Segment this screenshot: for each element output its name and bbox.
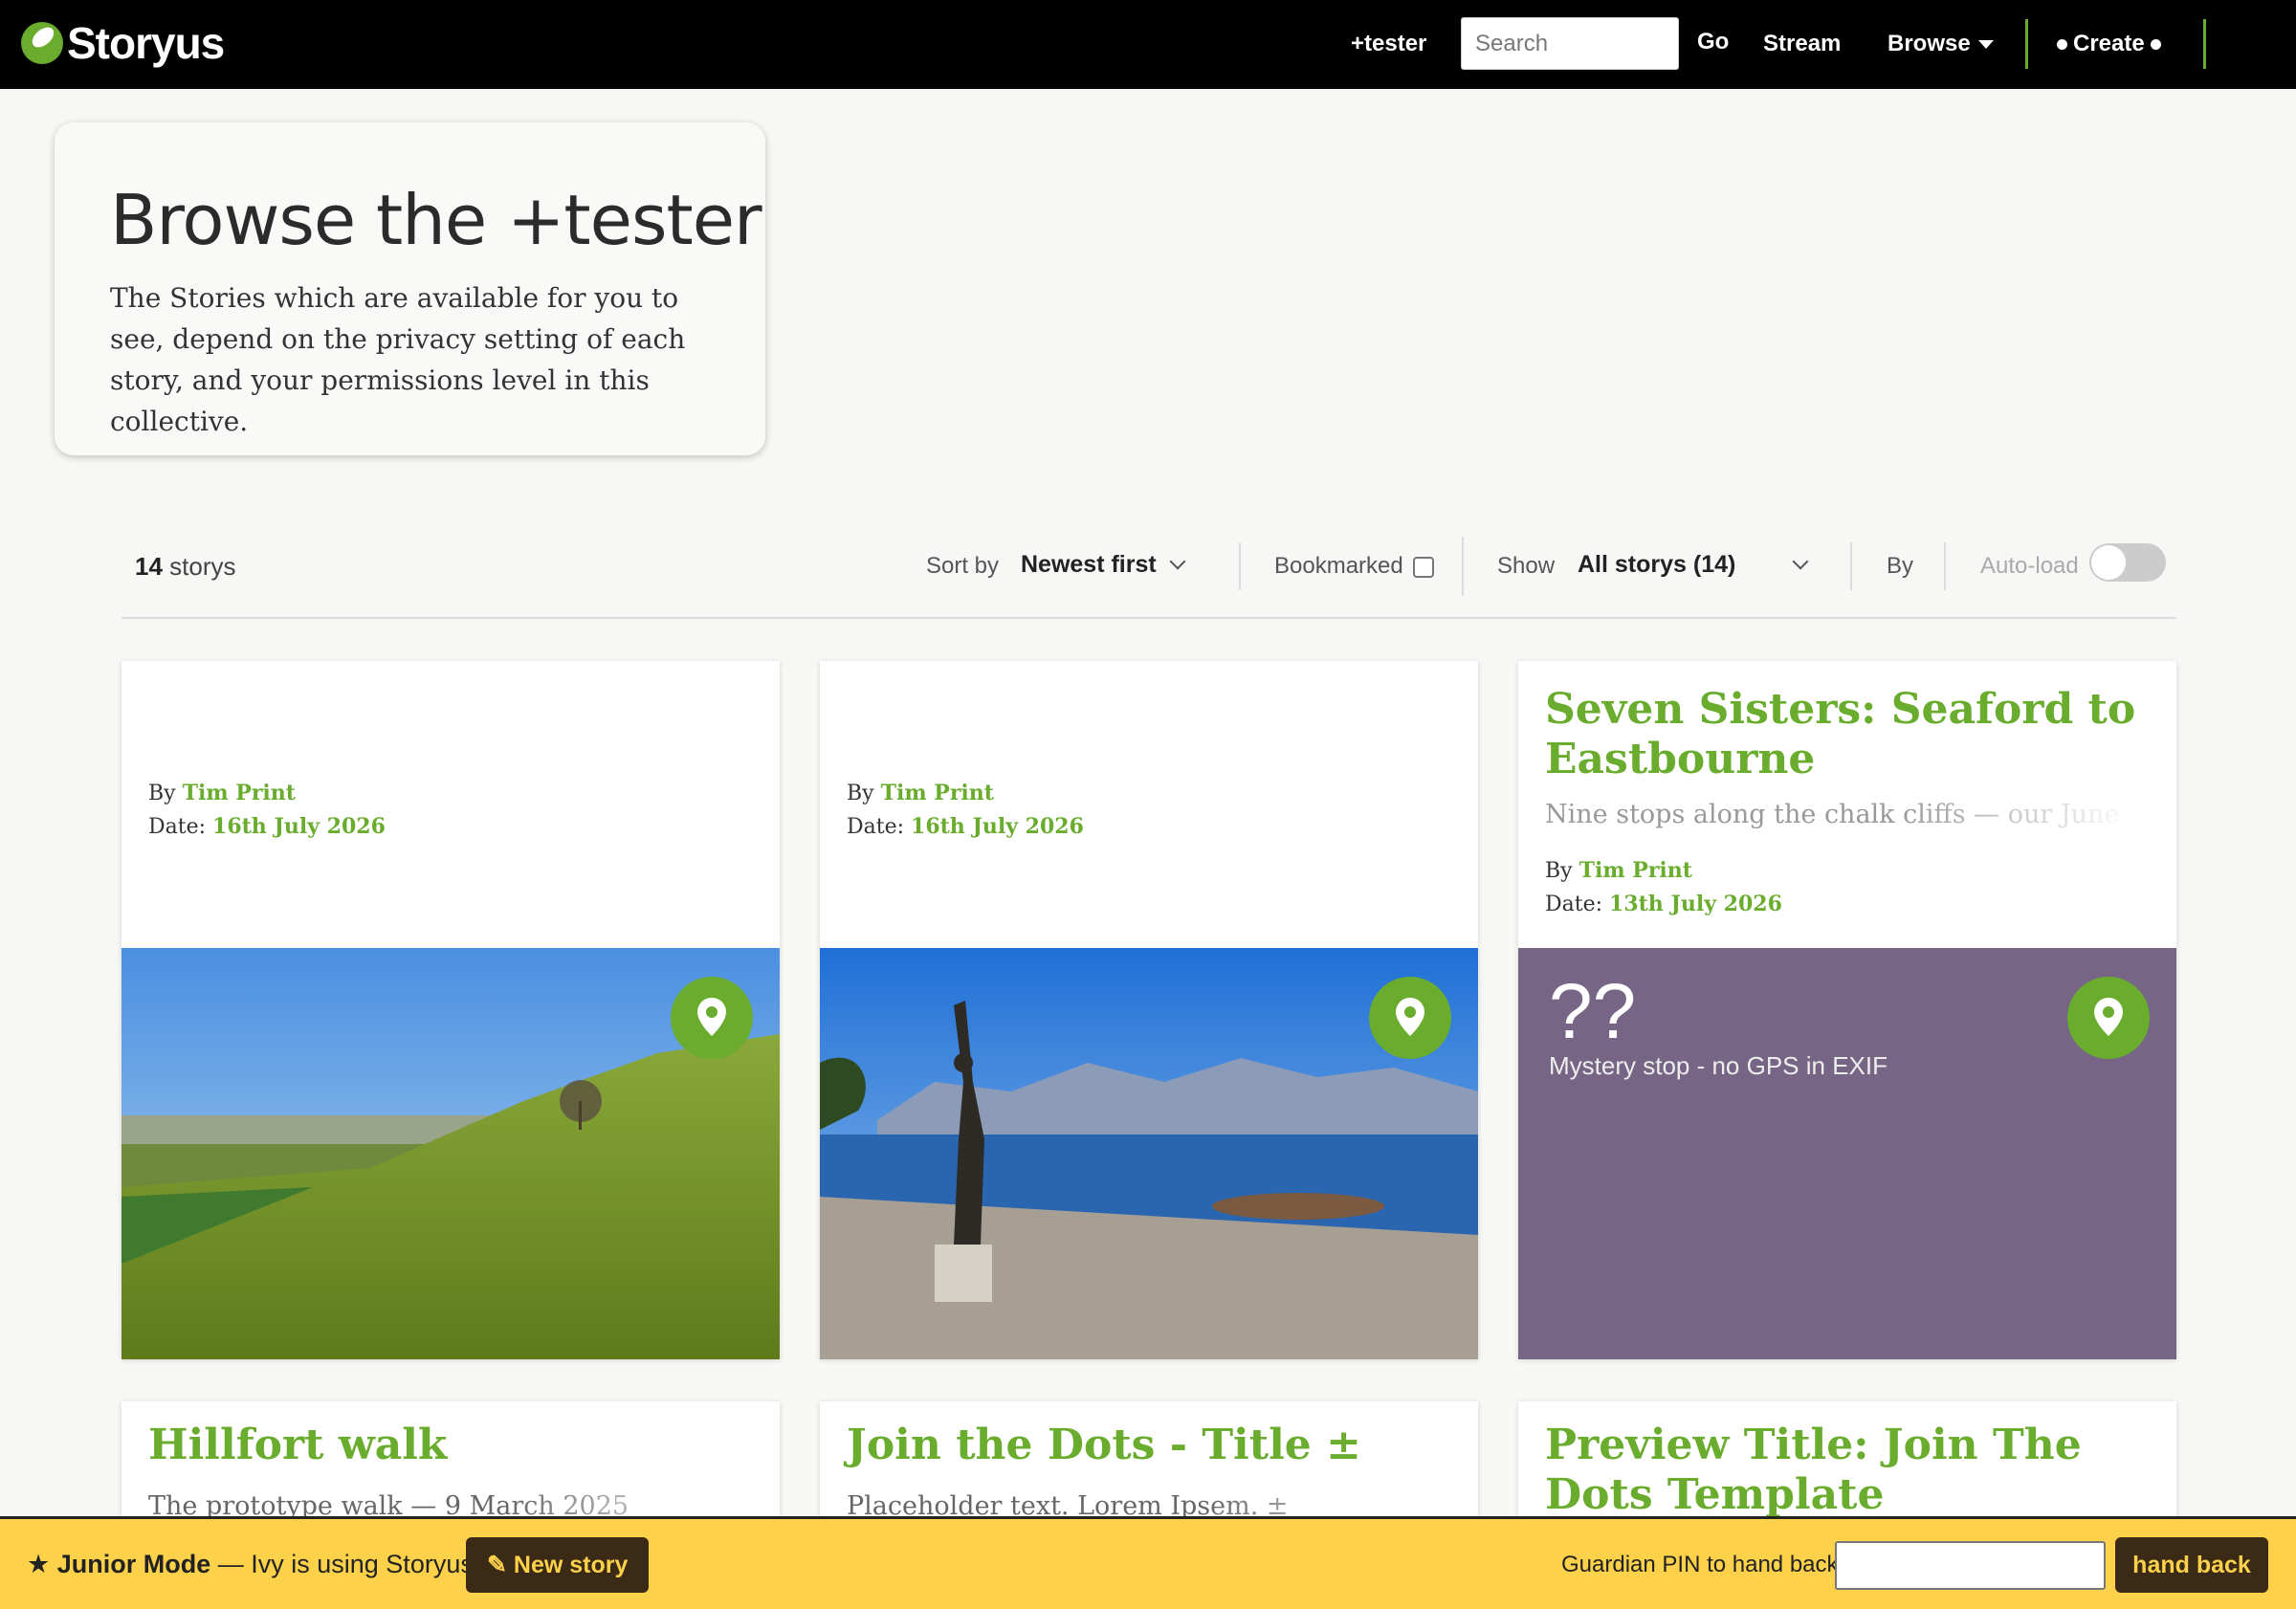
card-title[interactable]: Join the Dots - Title ± bbox=[847, 1421, 1440, 1470]
card-meta: By Tim Print Date: 16th July 2026 bbox=[847, 777, 1084, 844]
dot-icon bbox=[2150, 39, 2161, 51]
date-label: Date: bbox=[1545, 893, 1603, 916]
map-pin-button[interactable] bbox=[2067, 977, 2150, 1059]
page-title: Browse the +tester bbox=[110, 180, 762, 260]
map-pin-icon bbox=[697, 998, 726, 1036]
author-link[interactable]: Tim Print bbox=[1579, 858, 1692, 883]
top-navbar: Storyus +tester Go Stream Browse Create bbox=[0, 0, 2296, 89]
card-excerpt: Nine stops along the chalk cliffs — our … bbox=[1545, 800, 2120, 829]
nav-create-label: Create bbox=[2073, 31, 2145, 56]
nav-create-button[interactable]: Create bbox=[2057, 29, 2167, 59]
card-title[interactable]: Seven Sisters: Seaford to Eastbourne bbox=[1545, 685, 2138, 784]
date-link[interactable]: 13th July 2026 bbox=[1609, 892, 1782, 916]
new-story-button[interactable]: ✎ New story bbox=[466, 1537, 650, 1593]
author-link[interactable]: Tim Print bbox=[881, 781, 994, 805]
by-label: By bbox=[1545, 859, 1573, 883]
autoload-label: Auto-load bbox=[1980, 553, 2079, 579]
toggle-knob bbox=[2091, 545, 2126, 580]
mystery-stop-placeholder[interactable]: ?? Mystery stop - no GPS in EXIF bbox=[1518, 948, 2176, 1359]
junior-mode-bar: ★ Junior Mode — Ivy is using Storyus ✎ N… bbox=[0, 1516, 2296, 1609]
autoload-toggle[interactable] bbox=[2089, 543, 2166, 582]
search-go-button[interactable]: Go bbox=[1697, 27, 1729, 57]
date-link[interactable]: 16th July 2026 bbox=[911, 814, 1084, 839]
card-title[interactable]: Hillfort walk bbox=[148, 1421, 741, 1470]
by-filter[interactable]: By bbox=[1887, 550, 1913, 583]
card-body: Seven Sisters: Seaford to Eastbourne Nin… bbox=[1518, 661, 2176, 948]
map-pin-icon bbox=[2094, 998, 2123, 1036]
filter-divider bbox=[1239, 542, 1241, 590]
card-meta: By Tim Print Date: 16th July 2026 bbox=[148, 777, 386, 844]
map-pin-button[interactable] bbox=[671, 977, 753, 1059]
sort-select[interactable]: Newest first bbox=[1021, 548, 1186, 582]
map-pin-button[interactable] bbox=[1369, 977, 1451, 1059]
story-card[interactable]: By Tim Print Date: 16th July 2026 bbox=[820, 661, 1478, 1359]
intro-description: The Stories which are available for you … bbox=[110, 282, 686, 437]
author-link[interactable]: Tim Print bbox=[183, 781, 296, 805]
bookmarked-checkbox[interactable] bbox=[1412, 556, 1434, 578]
mystery-text: Mystery stop - no GPS in EXIF bbox=[1549, 1051, 1888, 1080]
card-body: By Tim Print Date: 16th July 2026 bbox=[820, 661, 1478, 948]
date-label: Date: bbox=[847, 815, 905, 839]
filter-divider bbox=[1944, 542, 1946, 590]
star-icon: ★ bbox=[27, 1550, 51, 1578]
filter-divider bbox=[1462, 537, 1464, 596]
nav-stream-link[interactable]: Stream bbox=[1763, 29, 1841, 59]
junior-mode-subtitle: — Ivy is using Storyus bbox=[217, 1550, 474, 1578]
by-label: By bbox=[148, 782, 176, 805]
story-image-lakeside[interactable] bbox=[820, 948, 1478, 1359]
chevron-down-icon bbox=[1169, 553, 1186, 570]
bookmarked-label: Bookmarked bbox=[1274, 553, 1403, 579]
story-count-number: 14 bbox=[135, 552, 163, 581]
nav-collective-link[interactable]: +tester bbox=[1351, 29, 1426, 59]
card-meta: By Tim Print Date: 13th July 2026 bbox=[1545, 854, 1782, 921]
nav-browse-menu[interactable]: Browse bbox=[1888, 29, 1994, 59]
nav-divider bbox=[2025, 19, 2028, 69]
story-image-hillside[interactable] bbox=[121, 948, 780, 1359]
show-value: All storys (14) bbox=[1578, 551, 1736, 578]
chevron-down-icon bbox=[1792, 553, 1809, 570]
filter-divider bbox=[1850, 542, 1852, 590]
sort-value: Newest first bbox=[1021, 551, 1157, 578]
map-pin-icon bbox=[1396, 998, 1424, 1036]
guardian-pin-input[interactable] bbox=[1835, 1541, 2106, 1590]
hand-back-button[interactable]: hand back bbox=[2115, 1537, 2268, 1593]
brand-name: Storyus bbox=[67, 18, 225, 68]
date-link[interactable]: 16th July 2026 bbox=[212, 814, 386, 839]
nav-browse-label: Browse bbox=[1888, 31, 1971, 56]
intro-card: Browse the +tester The Stories which are… bbox=[55, 122, 765, 455]
sort-label: Sort by bbox=[926, 553, 1000, 579]
date-label: Date: bbox=[148, 815, 207, 839]
show-select[interactable]: All storys (14) bbox=[1578, 548, 1809, 582]
card-body: By Tim Print Date: 16th July 2026 bbox=[121, 661, 780, 948]
by-label: By bbox=[847, 782, 874, 805]
dot-icon bbox=[2057, 39, 2067, 51]
nav-divider bbox=[2203, 19, 2206, 69]
storyus-leaf-icon bbox=[21, 22, 63, 64]
storyus-logo[interactable]: Storyus bbox=[21, 17, 225, 69]
story-count: 14 storys bbox=[135, 550, 236, 583]
guardian-pin-label: Guardian PIN to hand back: bbox=[1561, 1552, 1845, 1577]
story-card[interactable]: Seven Sisters: Seaford to Eastbourne Nin… bbox=[1518, 661, 2176, 1359]
show-label: Show bbox=[1497, 553, 1556, 579]
story-count-label: storys bbox=[169, 552, 236, 581]
search-input[interactable] bbox=[1461, 17, 1679, 70]
card-title[interactable]: Preview Title: Join The Dots Template bbox=[1545, 1421, 2138, 1520]
junior-mode-label: Junior Mode bbox=[56, 1550, 211, 1578]
bookmarked-filter[interactable]: Bookmarked bbox=[1274, 550, 1434, 583]
filter-bar: 14 storys Sort by Newest first Bookmarke… bbox=[121, 531, 2176, 619]
mystery-mark: ?? bbox=[1549, 968, 1637, 1055]
caret-down-icon bbox=[1977, 40, 1994, 50]
junior-mode-status: ★ Junior Mode — Ivy is using Storyus bbox=[27, 1548, 474, 1580]
story-card[interactable]: By Tim Print Date: 16th July 2026 bbox=[121, 661, 780, 1359]
